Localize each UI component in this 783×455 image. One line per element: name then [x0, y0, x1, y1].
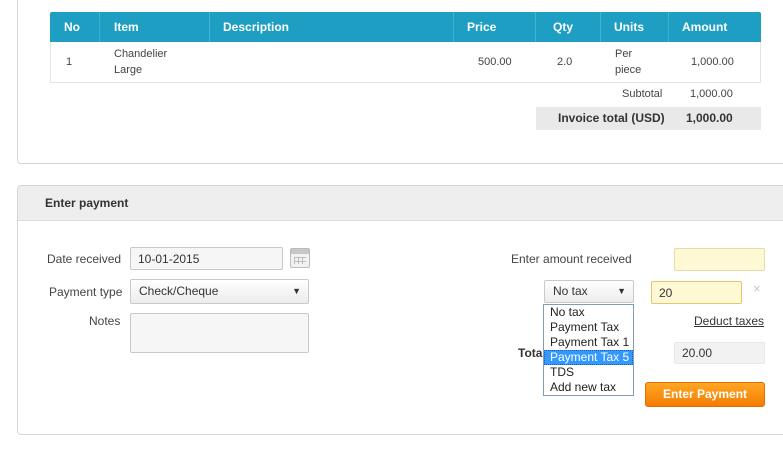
tax-amount-input[interactable]: [651, 281, 742, 304]
row-units-line1: Per: [615, 48, 633, 60]
tax-option[interactable]: Payment Tax: [544, 320, 633, 335]
col-header-units: Units: [614, 20, 644, 34]
total-label: Total: [518, 346, 546, 360]
payment-type-select[interactable]: Check/Cheque ▼: [130, 279, 309, 304]
invoice-total-label: Invoice total (USD): [558, 111, 665, 125]
chevron-down-icon: ▼: [617, 286, 626, 296]
col-header-no: No: [64, 20, 80, 34]
col-header-item: Item: [114, 20, 139, 34]
row-qty: 2.0: [557, 56, 573, 68]
invoice-table: No Item Description Price Qty Units Amou…: [50, 12, 761, 83]
subtotal-label: Subtotal: [622, 88, 663, 100]
tax-select[interactable]: No tax ▼: [544, 280, 634, 303]
deduct-taxes-link[interactable]: Deduct taxes: [694, 314, 764, 328]
subtotal-value: 1,000.00: [690, 88, 733, 100]
tax-option[interactable]: No tax: [544, 305, 633, 320]
amount-received-input[interactable]: [674, 248, 765, 271]
tax-option[interactable]: Add new tax: [544, 380, 633, 395]
tax-select-value: No tax: [553, 284, 588, 298]
invoice-table-header: No Item Description Price Qty Units Amou…: [50, 12, 761, 42]
notes-textarea[interactable]: [130, 313, 309, 353]
row-amount: 1,000.00: [691, 56, 734, 68]
row-no: 1: [66, 56, 73, 68]
row-units-line2: piece: [615, 64, 642, 76]
tax-option-selected[interactable]: Payment Tax 5: [544, 350, 633, 365]
col-header-amount: Amount: [682, 20, 728, 34]
notes-label: Notes: [89, 314, 121, 328]
table-row: 1 Chandelier Large 500.00 2.0 Per piece …: [50, 42, 761, 83]
amount-received-label: Enter amount received: [511, 252, 632, 266]
tax-options-list[interactable]: No tax Payment Tax Payment Tax 1 Payment…: [543, 304, 634, 396]
payment-type-value: Check/Cheque: [139, 284, 219, 298]
invoice-total-value: 1,000.00: [686, 111, 733, 125]
invoice-total-band: Invoice total (USD) 1,000.00: [536, 107, 761, 130]
calendar-icon[interactable]: [290, 248, 310, 268]
row-price: 500.00: [478, 56, 512, 68]
close-icon[interactable]: ×: [753, 281, 761, 296]
chevron-down-icon: ▼: [292, 286, 301, 296]
row-item-variant: Large: [114, 64, 143, 76]
tax-option[interactable]: Payment Tax 1: [544, 335, 633, 350]
payment-type-label: Payment type: [49, 285, 123, 299]
date-received-input[interactable]: [130, 247, 283, 270]
row-item-name: Chandelier: [114, 48, 168, 60]
col-header-qty: Qty: [553, 20, 574, 34]
col-header-description: Description: [223, 20, 290, 34]
payment-section-title: Enter payment: [18, 186, 783, 221]
col-header-price: Price: [467, 20, 497, 34]
tax-option[interactable]: TDS: [544, 365, 633, 380]
enter-payment-button[interactable]: Enter Payment: [645, 382, 765, 407]
total-value-field: [674, 342, 765, 364]
date-received-label: Date received: [47, 252, 122, 266]
